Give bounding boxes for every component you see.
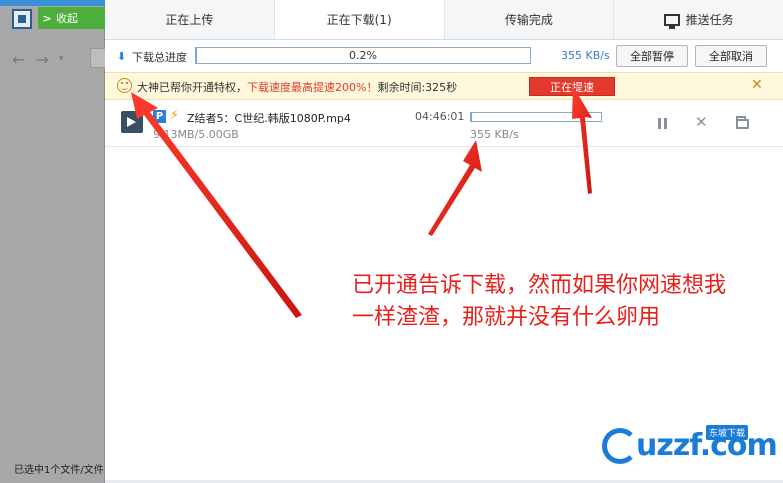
notice-text-privilege: 大神已帮你开通特权， bbox=[137, 81, 247, 94]
selection-status: 已选中1个文件/文件 bbox=[14, 465, 104, 476]
task-file-name: Z结者5：C世纪.韩版1080P.mp4 bbox=[187, 112, 351, 125]
speedup-button[interactable]: 正在提速 bbox=[529, 77, 615, 96]
annotation-text: 已开通告诉下载，然而如果你网速想我 一样渣渣，那就并没有什么卵用 bbox=[352, 270, 782, 334]
p-badge-icon: P bbox=[153, 110, 166, 123]
total-progress-bar: 0.2% bbox=[195, 47, 531, 64]
lightning-icon: ⚡ bbox=[170, 108, 180, 123]
speedup-notice-bar: 大神已帮你开通特权，下载速度最高提速200%！剩余时间:325秒 正在提速 ✕ bbox=[105, 72, 783, 100]
background-app-titlebar bbox=[0, 0, 105, 6]
delete-icon[interactable]: ✕ bbox=[695, 113, 708, 131]
pause-icon[interactable] bbox=[658, 118, 667, 129]
pause-all-button[interactable]: 全部暂停 bbox=[616, 45, 688, 67]
smile-icon bbox=[117, 78, 132, 93]
annotation-line-2: 一样渣渣，那就并没有什么卵用 bbox=[352, 305, 661, 330]
tab-label: 推送任务 bbox=[685, 13, 734, 27]
site-watermark: uzzf.com 东坡下载 bbox=[598, 422, 780, 472]
tab-completed[interactable]: 传输完成 bbox=[445, 0, 615, 39]
notice-text-speed: 下载速度最高提速200%！ bbox=[247, 81, 378, 94]
transfer-dialog: 正在上传 正在下载(1) 传输完成 推送任务 ⬇ 下载总进度 0.2% 355 … bbox=[105, 0, 783, 483]
total-progress-percent: 0.2% bbox=[349, 49, 377, 62]
collapse-button[interactable]: > 收起 bbox=[38, 7, 105, 29]
task-progress-bar bbox=[470, 112, 602, 122]
nav-controls: ← → ▾ bbox=[0, 46, 106, 72]
watermark-logo-icon bbox=[602, 428, 638, 464]
download-arrow-icon: ⬇ bbox=[117, 50, 127, 63]
tab-label: 正在上传 bbox=[165, 13, 214, 27]
tab-downloading[interactable]: 正在下载(1) bbox=[274, 0, 445, 39]
tab-label: 正在下载(1) bbox=[326, 12, 392, 27]
watermark-tag: 东坡下载 bbox=[706, 425, 749, 440]
collapse-label: 收起 bbox=[56, 12, 78, 25]
task-eta: 04:46:01 bbox=[415, 110, 465, 123]
task-speed: 355 KB/s bbox=[470, 128, 519, 141]
total-progress-row: ⬇ 下载总进度 0.2% 355 KB/s 全部暂停 全部取消 bbox=[105, 41, 783, 71]
monitor-icon bbox=[663, 13, 680, 29]
close-icon[interactable]: ✕ bbox=[751, 77, 763, 93]
home-icon[interactable] bbox=[90, 48, 106, 68]
download-task-row[interactable]: P ⚡ Z结者5：C世纪.韩版1080P.mp4 9.13MB/5.00GB 0… bbox=[105, 101, 783, 147]
tab-label: 传输完成 bbox=[504, 13, 553, 27]
cancel-all-button[interactable]: 全部取消 bbox=[695, 45, 767, 67]
background-app-pane: > 收起 ← → ▾ 已选中1个文件/文件 bbox=[0, 0, 106, 483]
annotation-line-1: 已开通告诉下载，然而如果你网速想我 bbox=[352, 273, 727, 298]
tab-bar: 正在上传 正在下载(1) 传输完成 推送任务 bbox=[105, 0, 783, 40]
tab-push-tasks[interactable]: 推送任务 bbox=[614, 0, 783, 39]
task-file-size: 9.13MB/5.00GB bbox=[153, 128, 239, 141]
tab-uploading[interactable]: 正在上传 bbox=[105, 0, 275, 39]
video-file-icon bbox=[121, 111, 143, 133]
folder-icon[interactable] bbox=[736, 116, 749, 129]
dropdown-arrow-icon[interactable]: ▾ bbox=[59, 54, 64, 64]
forward-arrow-icon[interactable]: → bbox=[35, 50, 48, 69]
app-logo-icon bbox=[12, 9, 32, 29]
total-speed: 355 KB/s bbox=[561, 49, 610, 62]
total-progress-label: 下载总进度 bbox=[132, 51, 187, 64]
notice-text-remaining: 剩余时间:325秒 bbox=[377, 81, 458, 94]
notice-text: 大神已帮你开通特权，下载速度最高提速200%！剩余时间:325秒 bbox=[137, 79, 457, 95]
chevron-right-icon: > bbox=[42, 11, 52, 25]
back-arrow-icon[interactable]: ← bbox=[12, 50, 25, 69]
